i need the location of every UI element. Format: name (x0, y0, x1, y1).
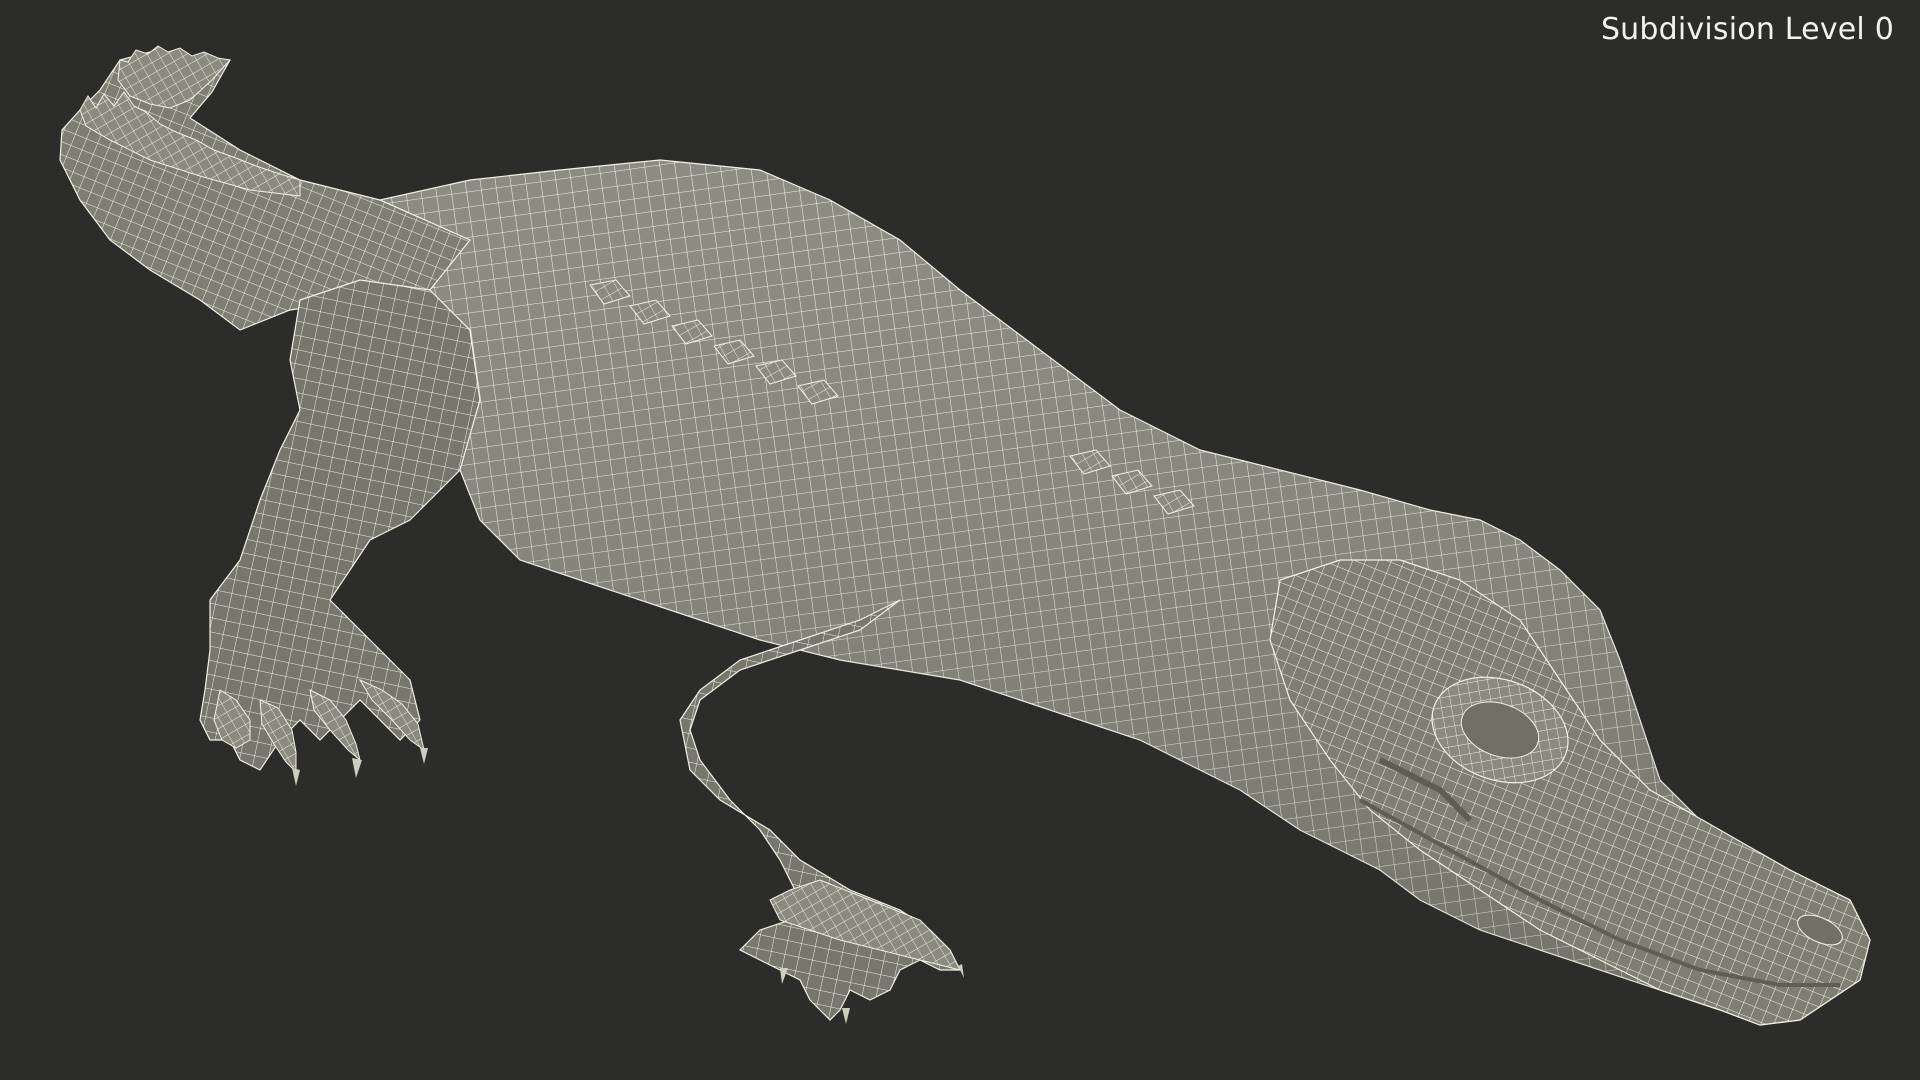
3d-viewport[interactable]: Subdivision Level 0 (0, 0, 1920, 1080)
crocodile-wireframe-render (59, 45, 1871, 1026)
subdivision-level-label: Subdivision Level 0 (1600, 12, 1894, 47)
back-leg (199, 279, 481, 771)
